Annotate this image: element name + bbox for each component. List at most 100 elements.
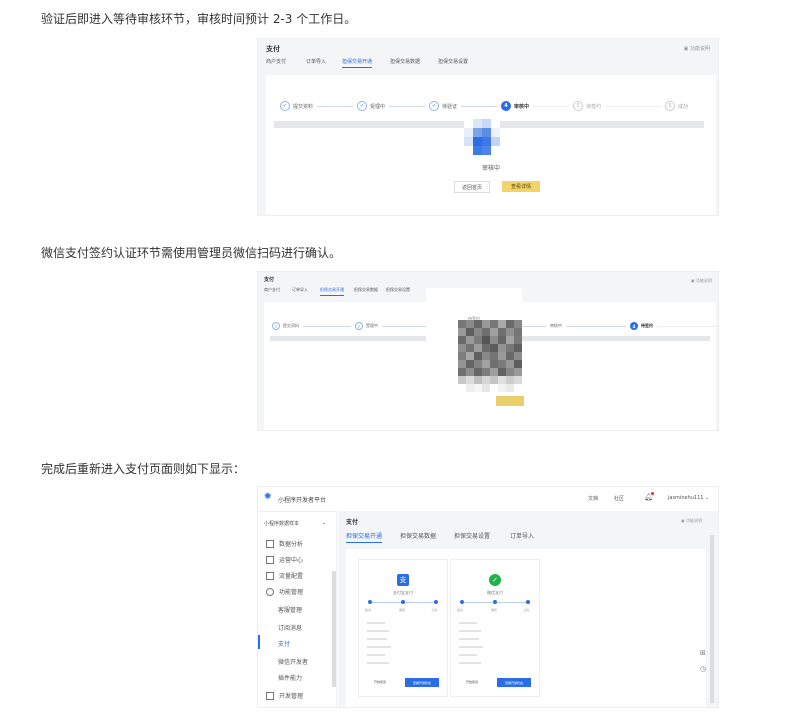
main-area: 支付 ▣ 功能说明 担保交易开通 担保交易数据 担保交易设置 订单导入 支 支付…	[338, 511, 718, 707]
tab-guarantee-settings[interactable]: 担保交易设置	[386, 287, 410, 293]
grid-icon[interactable]: ⊞	[700, 649, 706, 657]
sidebar-item-features[interactable]: 功能管理	[266, 587, 303, 596]
help-link[interactable]: ▣ 功能说明	[681, 518, 702, 524]
tab-guarantee-settings[interactable]: 担保交易设置	[454, 531, 490, 540]
sidebar-item-developer[interactable]: 微信开发者	[278, 657, 308, 666]
text-placeholder	[367, 654, 385, 656]
text-placeholder	[459, 662, 481, 664]
check-icon: ✓	[429, 101, 440, 111]
screenshot-sign: 支付 ▣ 功能说明 商户支付 订单导入 担保交易开通 担保交易数据 担保交易设置…	[257, 271, 719, 431]
step-label: 上线	[431, 608, 438, 612]
back-home-button[interactable]: 返回首页	[454, 181, 490, 193]
start-button[interactable]: 开始使用	[365, 678, 395, 686]
step-1: ✓ 提交资料	[272, 322, 299, 330]
sidebar-item-dev-manage[interactable]: 开发管理	[266, 691, 303, 700]
alipay-icon: 支	[397, 574, 409, 586]
confirm-button-blurred[interactable]	[496, 396, 524, 406]
platform-name: 小程序开发者平台	[278, 497, 327, 504]
notification-dot	[651, 492, 654, 495]
user-menu[interactable]: jasminehu111 ⌄	[668, 495, 709, 501]
step-label: 审核	[399, 608, 406, 612]
sidebar-item-pay[interactable]: 支付	[278, 639, 290, 648]
tab-guarantee-data[interactable]: 担保交易数据	[354, 287, 378, 293]
sidebar: 小程序数据样本 ⌄ 数据分析 运营中心 流量配置 功能管理 客服管理 订阅消息 支…	[258, 511, 337, 707]
step-label: 提交	[457, 608, 464, 612]
step-4-current: 4 审核中	[501, 101, 529, 111]
start-button[interactable]: 开始使用	[457, 678, 487, 686]
logo-icon: ✺	[264, 492, 272, 502]
check-icon: ✓	[357, 101, 368, 111]
step-dot	[493, 600, 497, 604]
hourglass-icon	[464, 119, 500, 155]
step-dot	[434, 600, 438, 604]
tab-guarantee-open[interactable]: 担保交易开通	[346, 531, 383, 543]
tab-order-import[interactable]: 订单导入	[292, 287, 308, 293]
check-icon: ✓	[272, 322, 280, 330]
sidebar-scrollbar[interactable]	[332, 571, 336, 687]
step-4-current: 4 待签约	[630, 322, 653, 330]
alipay-card: 支 支付宝支付 提交 审核 上线 开始使用 查看开通状态	[358, 559, 448, 697]
sidebar-item-subscribe[interactable]: 订阅消息	[278, 623, 302, 632]
main-scrollbar[interactable]	[710, 535, 714, 703]
qr-code[interactable]	[458, 320, 522, 392]
sidebar-item-operation[interactable]: 运营中心	[266, 555, 303, 564]
sidebar-item-service[interactable]: 客服管理	[278, 605, 302, 614]
step-dot	[460, 600, 464, 604]
text-placeholder	[367, 646, 391, 648]
screenshot-dev-platform: ✺ 小程序开发者平台 文档 社区 🔔︎ jasminehu111 ⌄ 小程序数据…	[257, 486, 719, 708]
app-select[interactable]: 小程序数据样本 ⌄	[264, 517, 326, 529]
help-link[interactable]: ▣ 功能说明	[691, 278, 712, 284]
card-title: 支付宝支付	[393, 590, 413, 595]
text-placeholder	[367, 630, 389, 632]
tab-guarantee-settings[interactable]: 担保交易设置	[438, 58, 468, 65]
paragraph-2: 微信支付签约认证环节需使用管理员微信扫码进行确认。	[41, 246, 342, 260]
text-placeholder	[459, 638, 479, 640]
text-placeholder	[459, 630, 481, 632]
text-placeholder	[459, 622, 477, 624]
step-dot	[526, 600, 530, 604]
text-placeholder	[367, 638, 387, 640]
step-2: ✓ 受理中	[355, 322, 378, 330]
sidebar-item-traffic[interactable]: 流量配置	[266, 571, 303, 580]
page-title: 支付	[266, 45, 280, 53]
wechat-icon: ✓	[489, 574, 501, 586]
tab-order-import[interactable]: 订单导入	[510, 531, 534, 540]
text-placeholder	[367, 662, 389, 664]
nav-docs[interactable]: 文档	[588, 495, 598, 502]
step-label: 审核	[491, 608, 498, 612]
paragraph-1: 验证后即进入等待审核环节，审核时间预计 2-3 个工作日。	[41, 12, 357, 26]
tab-merchant-pay[interactable]: 商户支付	[266, 58, 286, 65]
sidebar-item-plugin[interactable]: 插件能力	[278, 673, 302, 682]
step-3: 审核中	[550, 323, 562, 328]
page-title: 支付	[346, 519, 359, 526]
clock-icon[interactable]: ◷	[700, 665, 706, 673]
tab-order-import[interactable]: 订单导入	[306, 58, 326, 65]
tab-guarantee-data[interactable]: 担保交易数据	[390, 58, 420, 65]
tab-guarantee-open[interactable]: 担保交易开通	[342, 58, 373, 68]
help-link[interactable]: ▣ 功能说明	[684, 45, 710, 52]
tab-guarantee-data[interactable]: 担保交易数据	[400, 531, 436, 540]
step-label: 上线	[523, 608, 530, 612]
step-dot	[401, 600, 405, 604]
text-placeholder	[459, 654, 477, 656]
check-icon: ✓	[355, 322, 363, 330]
step-label: 提交	[365, 608, 372, 612]
tab-guarantee-open[interactable]: 担保交易开通	[320, 287, 344, 296]
step-dot	[368, 600, 372, 604]
wechat-card: ✓ 微信支付 提交 审核 上线 开始使用 查看开通状态	[450, 559, 540, 697]
text-placeholder	[459, 646, 483, 648]
active-indicator	[258, 635, 260, 649]
page-title: 支付	[264, 277, 275, 283]
nav-community[interactable]: 社区	[614, 495, 624, 502]
paragraph-3: 完成后重新进入支付页面则如下显示：	[41, 462, 246, 476]
step-2: ✓ 受理中	[357, 101, 385, 111]
step-3: ✓ 待验证	[429, 101, 457, 111]
tab-merchant-pay[interactable]: 商户支付	[264, 287, 280, 293]
view-detail-button[interactable]: 查看详情	[502, 181, 540, 192]
step-1: ✓ 提交资料	[280, 101, 313, 111]
sidebar-item-data[interactable]: 数据分析	[266, 539, 303, 548]
check-icon: ✓	[280, 101, 290, 111]
screenshot-review: 支付 ▣ 功能说明 商户支付 订单导入 担保交易开通 担保交易数据 担保交易设置…	[257, 38, 719, 216]
status-button[interactable]: 查看开通状态	[497, 678, 531, 687]
status-button[interactable]: 查看开通状态	[405, 678, 439, 687]
